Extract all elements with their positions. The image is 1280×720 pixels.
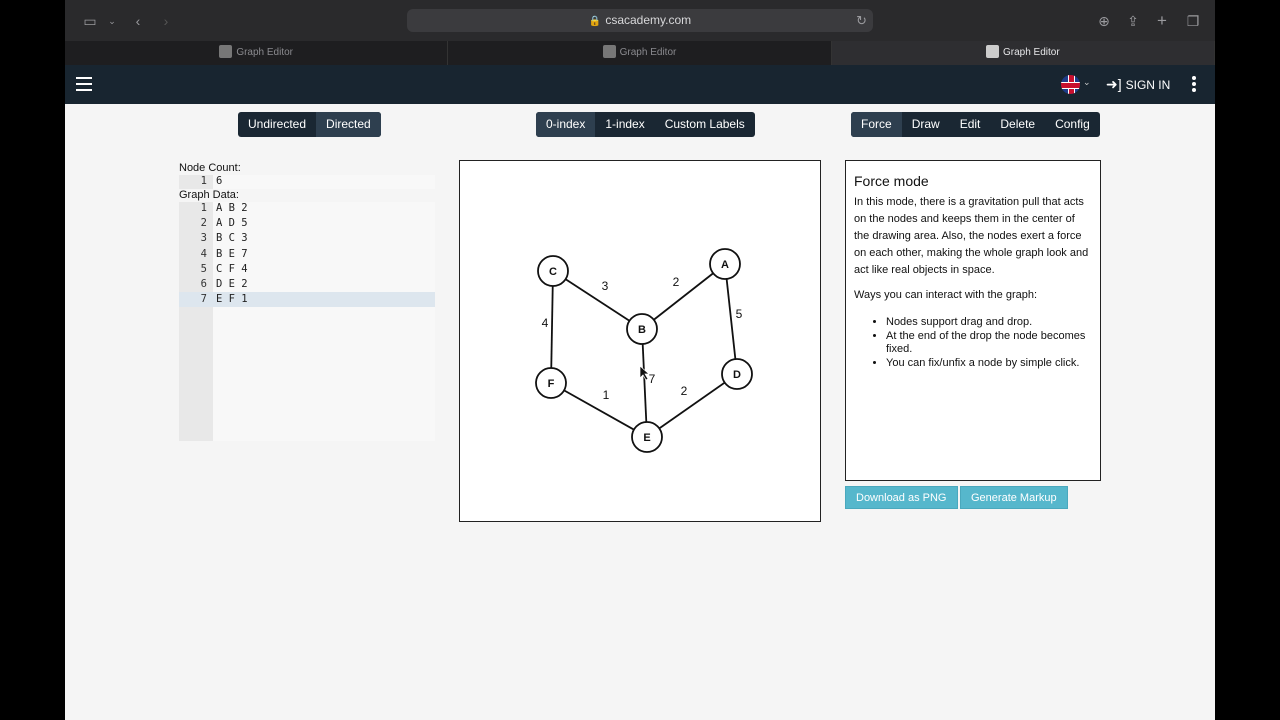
edge-weight-label: 1 xyxy=(603,388,610,402)
forward-icon[interactable]: › xyxy=(155,10,177,32)
delete-mode-button[interactable]: Delete xyxy=(990,112,1045,137)
force-mode-button[interactable]: Force xyxy=(851,112,902,137)
graph-svg[interactable]: 2 5 3 7 4 2 1 C A B F D E xyxy=(460,161,820,521)
back-icon[interactable]: ‹ xyxy=(127,10,149,32)
graph-edge[interactable] xyxy=(550,382,648,438)
csacademy-logo-icon xyxy=(985,45,999,58)
browser-window: ▭ ⌄ ‹ › 🔒 csacademy.com ↻ ⊕ ⇪ + ❐ Graph E… xyxy=(65,0,1215,720)
line-number: 4 xyxy=(200,247,207,260)
download-icon[interactable]: ⊕ xyxy=(1093,10,1115,32)
more-options-icon[interactable] xyxy=(1192,76,1196,94)
mode-toggle: Force Draw Edit Delete Config xyxy=(851,112,1100,137)
graph-node-label: B xyxy=(638,324,646,336)
node-count-label: Node Count: xyxy=(179,162,241,174)
code-line[interactable]: D E 2 xyxy=(216,277,248,292)
code-line[interactable]: E F 1 xyxy=(216,292,248,307)
code-line[interactable]: A D 5 xyxy=(216,216,248,231)
hamburger-menu-icon[interactable] xyxy=(76,77,92,91)
edge-weight-label: 2 xyxy=(681,384,688,398)
csacademy-logo-icon xyxy=(219,45,233,58)
mode-info-panel: Force mode In this mode, there is a grav… xyxy=(845,160,1101,481)
new-tab-icon[interactable]: + xyxy=(1151,10,1173,32)
line-number: 7 xyxy=(200,293,207,306)
undirected-button[interactable]: Undirected xyxy=(238,112,316,137)
one-index-button[interactable]: 1-index xyxy=(595,112,654,137)
graph-node-label: D xyxy=(733,369,741,381)
code-line[interactable]: C F 4 xyxy=(216,262,248,277)
sidebar-icon[interactable]: ▭ xyxy=(79,10,101,32)
panel-paragraph: Ways you can interact with the graph: xyxy=(854,289,1038,301)
edge-weight-label: 3 xyxy=(602,279,609,293)
lock-icon: 🔒 xyxy=(588,16,602,27)
code-line[interactable]: B E 7 xyxy=(216,247,248,262)
graph-node-label: E xyxy=(643,432,650,444)
panel-title: Force mode xyxy=(854,173,929,189)
edge-weight-label: 5 xyxy=(736,307,743,321)
list-item: Nodes support drag and drop. xyxy=(886,316,1092,330)
index-toggle: 0-index 1-index Custom Labels xyxy=(536,112,755,137)
line-number: 1 xyxy=(200,202,207,214)
node-count-editor[interactable] xyxy=(213,175,435,189)
browser-toolbar: ▭ ⌄ ‹ › 🔒 csacademy.com ↻ ⊕ ⇪ + ❐ xyxy=(65,0,1215,41)
draw-mode-button[interactable]: Draw xyxy=(902,112,950,137)
browser-tab[interactable]: Graph Editor xyxy=(65,41,449,65)
url-text: csacademy.com xyxy=(605,13,692,27)
tab-overview-icon[interactable]: ❐ xyxy=(1182,10,1204,32)
config-mode-button[interactable]: Config xyxy=(1045,112,1100,137)
edit-mode-button[interactable]: Edit xyxy=(950,112,991,137)
direction-toggle: Undirected Directed xyxy=(238,112,381,137)
graph-edge[interactable] xyxy=(641,328,648,438)
graph-node-label: A xyxy=(721,259,729,271)
sign-in-button[interactable]: ➜] SIGN IN xyxy=(1106,75,1170,95)
line-number: 1 xyxy=(200,175,207,187)
panel-paragraph: In this mode, there is a gravitation pul… xyxy=(854,196,1089,276)
csacademy-logo-icon xyxy=(602,45,616,58)
site-header: ⌄ ➜] SIGN IN xyxy=(65,65,1215,104)
edge-weight-label: 2 xyxy=(673,275,680,289)
code-line[interactable]: A B 2 xyxy=(216,201,248,216)
code-line[interactable]: 6 xyxy=(216,174,222,189)
list-item: At the end of the drop the node becomes … xyxy=(886,330,1092,357)
zero-index-button[interactable]: 0-index xyxy=(536,112,596,137)
edge-weight-label: 7 xyxy=(649,372,656,386)
tab-bar: Graph Editor Graph Editor Graph Editor xyxy=(65,41,1215,65)
address-bar[interactable]: 🔒 csacademy.com ↻ xyxy=(407,9,873,32)
panel-bullet-list: Nodes support drag and drop. At the end … xyxy=(854,316,1092,370)
graph-node-label: C xyxy=(549,266,557,278)
custom-labels-button[interactable]: Custom Labels xyxy=(655,112,755,137)
line-number: 6 xyxy=(200,278,207,290)
graph-edge[interactable] xyxy=(646,373,738,438)
reload-icon[interactable]: ↻ xyxy=(856,9,867,32)
graph-edge[interactable] xyxy=(550,270,554,384)
line-number: 3 xyxy=(200,232,207,245)
line-number: 5 xyxy=(200,262,207,275)
list-item: You can fix/unfix a node by simple click… xyxy=(886,357,1092,371)
graph-canvas[interactable]: 2 5 3 7 4 2 1 C A B F D E xyxy=(459,160,821,522)
line-number: 2 xyxy=(200,217,207,230)
sign-in-icon: ➜] xyxy=(1106,76,1122,92)
browser-tab-active[interactable]: Graph Editor xyxy=(831,41,1215,65)
edge-weight-label: 4 xyxy=(542,316,549,330)
browser-tab[interactable]: Graph Editor xyxy=(448,41,832,65)
chevron-down-icon[interactable]: ⌄ xyxy=(1083,77,1091,88)
graph-edge[interactable] xyxy=(552,270,643,330)
share-icon[interactable]: ⇪ xyxy=(1122,10,1144,32)
download-png-button[interactable]: Download as PNG xyxy=(845,486,958,509)
graph-data-label: Graph Data: xyxy=(179,189,239,201)
code-line[interactable]: B C 3 xyxy=(216,231,248,246)
uk-flag-icon[interactable] xyxy=(1061,75,1080,94)
chevron-down-icon[interactable]: ⌄ xyxy=(101,10,123,32)
directed-button[interactable]: Directed xyxy=(316,112,381,137)
graph-node-label: F xyxy=(548,378,555,390)
generate-markup-button[interactable]: Generate Markup xyxy=(960,486,1068,509)
